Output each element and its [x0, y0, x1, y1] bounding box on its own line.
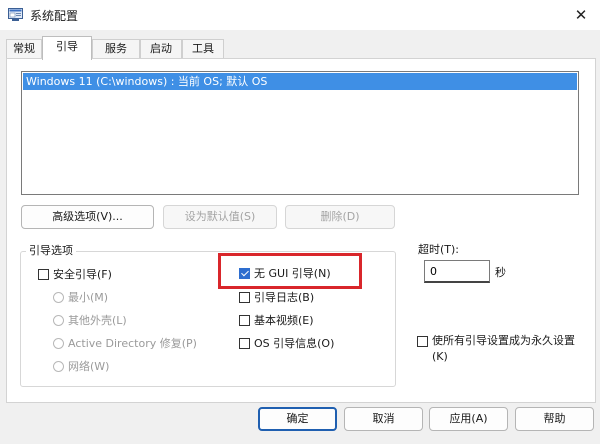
apply-button[interactable]: 应用(A) [429, 407, 508, 431]
window-title: 系统配置 [30, 9, 79, 23]
advanced-options-button[interactable]: 高级选项(V)... [21, 205, 154, 229]
make-permanent-label[interactable]: 使所有引导设置成为永久设置(K) [432, 333, 582, 365]
radio-icon [53, 315, 64, 326]
radio-minimal[interactable]: 最小(M) [53, 290, 108, 306]
tab-boot[interactable]: 引导 [42, 36, 92, 60]
msconfig-window-icon [8, 8, 23, 21]
make-permanent-checkbox[interactable] [417, 336, 428, 347]
set-default-button[interactable]: 设为默认值(S) [163, 205, 277, 229]
radio-icon [53, 361, 64, 372]
no-gui-boot-checkbox[interactable]: 无 GUI 引导(N) [239, 266, 331, 282]
tab-general[interactable]: 常规 [6, 39, 42, 59]
radio-icon [53, 292, 64, 303]
tab-services[interactable]: 服务 [92, 39, 140, 59]
help-button[interactable]: 帮助 [515, 407, 594, 431]
base-video-checkbox[interactable]: 基本视频(E) [239, 313, 314, 329]
title-bar: 系统配置 ✕ [0, 0, 600, 30]
checkbox-checked-icon [239, 268, 250, 279]
cancel-button[interactable]: 取消 [344, 407, 423, 431]
checkbox-icon [239, 338, 250, 349]
boot-options-label: 引导选项 [26, 242, 76, 258]
os-list[interactable]: Windows 11 (C:\windows) : 当前 OS; 默认 OS [21, 71, 579, 195]
tab-startup[interactable]: 启动 [140, 39, 182, 59]
timeout-label: 超时(T): [418, 243, 460, 256]
boot-log-checkbox[interactable]: 引导日志(B) [239, 290, 314, 306]
timeout-unit: 秒 [495, 266, 506, 279]
ok-button[interactable]: 确定 [258, 407, 337, 431]
checkbox-icon [38, 269, 49, 280]
checkbox-icon [239, 315, 250, 326]
radio-icon [53, 338, 64, 349]
os-list-item[interactable]: Windows 11 (C:\windows) : 当前 OS; 默认 OS [23, 73, 577, 90]
radio-active-directory-repair[interactable]: Active Directory 修复(P) [53, 336, 197, 352]
radio-network[interactable]: 网络(W) [53, 359, 109, 375]
os-boot-info-checkbox[interactable]: OS 引导信息(O) [239, 336, 334, 352]
delete-button[interactable]: 删除(D) [285, 205, 395, 229]
checkbox-icon [239, 292, 250, 303]
radio-alternate-shell[interactable]: 其他外壳(L) [53, 313, 127, 329]
safe-boot-checkbox[interactable]: 安全引导(F) [38, 267, 112, 283]
tab-tools[interactable]: 工具 [182, 39, 224, 59]
close-icon: ✕ [574, 6, 588, 24]
close-button[interactable]: ✕ [562, 0, 600, 30]
timeout-input[interactable] [424, 260, 490, 283]
